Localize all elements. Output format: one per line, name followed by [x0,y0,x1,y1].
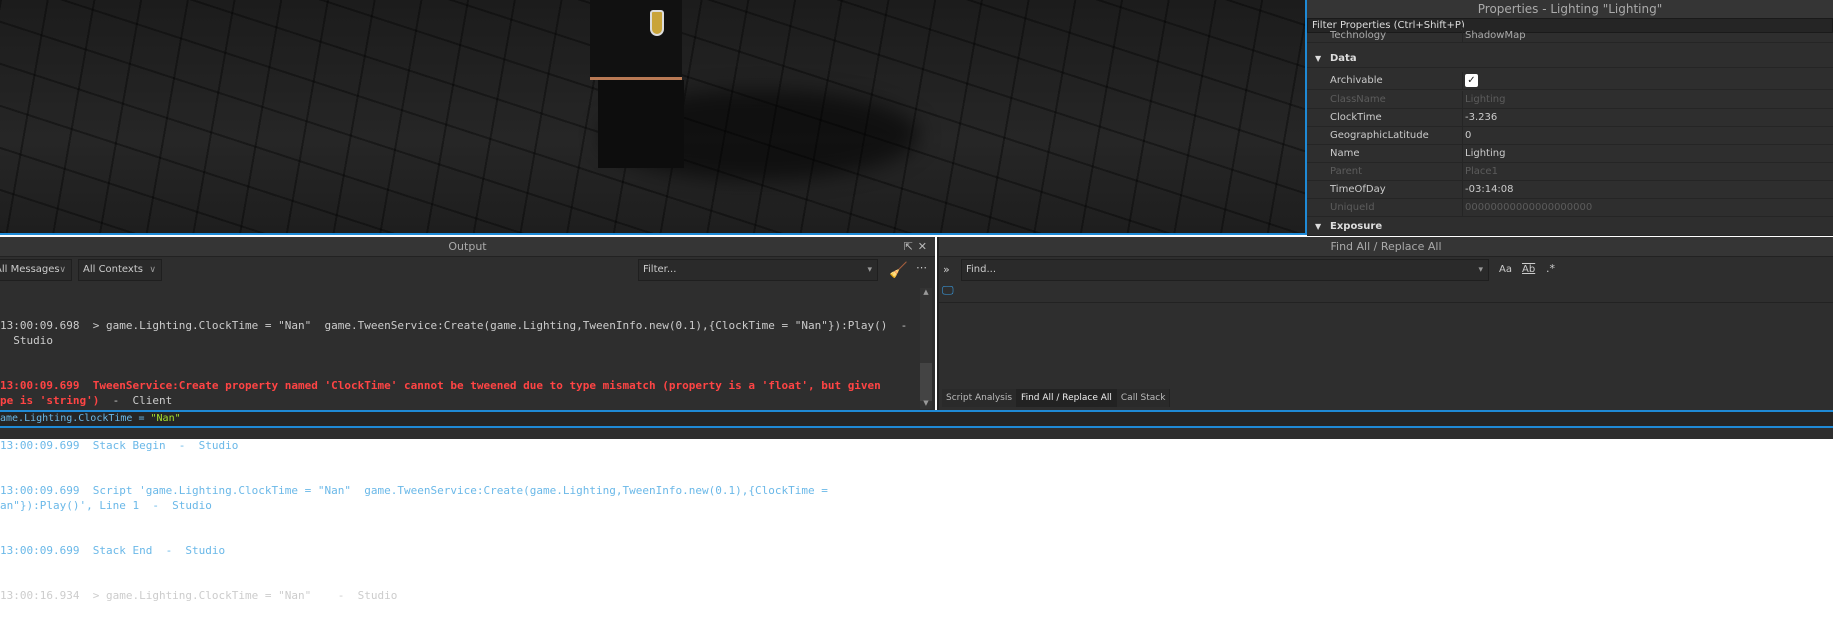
dropdown-arrow-icon: ▾ [867,265,872,275]
properties-panel: Properties - Lighting "Lighting" Filter … [1307,0,1833,236]
output-scrollbar[interactable]: ▲ ▼ [920,288,932,409]
more-options-icon[interactable]: ⋯ [916,261,927,274]
category-label: Data [1330,53,1357,64]
chevron-down-icon: ∨ [59,265,66,275]
character-legs [598,80,684,168]
category-exposure[interactable]: ▼ Exposure [1307,218,1833,236]
find-replace-panel: Find All / Replace All » Find... ▾ Aa Ab … [937,237,1833,410]
contexts-filter-dropdown[interactable]: All Contexts ∨ [78,259,162,281]
command-bar[interactable]: ame.Lighting.ClockTime = "Nan" [0,410,1833,428]
property-value: Place1 [1462,163,1833,181]
scroll-down-icon[interactable]: ▼ [920,399,932,409]
log-line: 13:00:09.699 Stack Begin - Studio [0,439,239,452]
chevron-down-icon: ∨ [149,265,156,275]
property-name: UniqueId [1330,202,1375,213]
divider [939,302,1833,303]
output-log: 13:00:09.698 > game.Lighting.ClockTime =… [0,288,918,633]
tab-find-all[interactable]: Find All / Replace All [1017,389,1117,407]
property-value: Lighting [1462,91,1833,109]
property-name: Technology [1330,30,1387,41]
monitor-icon[interactable]: 🖵 [942,283,954,298]
property-row-archivable[interactable]: Archivable ✓ [1307,72,1833,90]
property-row-timeofday[interactable]: TimeOfDay -03:14:08 [1307,181,1833,199]
property-value[interactable]: 0 [1462,127,1833,145]
find-placeholder: Find... [966,264,997,275]
property-name: ClassName [1330,94,1386,105]
archivable-checkbox[interactable]: ✓ [1465,73,1478,87]
status-strip [0,428,1833,439]
command-text: ame.Lighting.ClockTime = [0,413,151,424]
match-case-button[interactable]: Aa [1499,264,1512,275]
log-line: 13:00:09.699 Script 'game.Lighting.Clock… [0,484,828,512]
bottom-tabs: Script Analysis Find All / Replace All C… [942,389,1171,407]
properties-title: Properties - Lighting "Lighting" [1307,0,1833,18]
property-value[interactable]: -03:14:08 [1462,181,1833,199]
property-name: Name [1330,148,1360,159]
expand-replace-icon[interactable]: » [943,263,950,276]
character-torso [590,0,682,80]
property-name: Archivable [1330,75,1383,86]
property-row-classname[interactable]: ClassName Lighting [1307,91,1833,109]
category-label: Exposure [1330,221,1383,232]
dropdown-value: All Contexts [83,264,143,275]
property-value[interactable]: -3.236 [1462,109,1833,127]
property-value: ShadowMap [1462,27,1833,42]
property-value[interactable]: Lighting [1462,145,1833,163]
close-icon[interactable]: ✕ [918,237,927,257]
log-line: 13:00:09.699 Stack End - Studio [0,544,226,557]
log-line-error: 13:00:09.699 TweenService:Create propert… [0,378,918,408]
property-row-parent[interactable]: Parent Place1 [1307,163,1833,181]
collapse-triangle-icon: ▼ [1315,54,1322,63]
tab-script-analysis[interactable]: Script Analysis [942,389,1018,407]
filter-placeholder: Filter... [643,264,677,275]
collapse-triangle-icon: ▼ [1315,222,1322,231]
property-name: ClockTime [1330,112,1382,123]
output-title: Output [448,240,487,253]
property-row-name[interactable]: Name Lighting [1307,145,1833,163]
property-row-uniqueid[interactable]: UniqueId 00000000000000000000 [1307,199,1833,217]
undock-icon[interactable]: ⇱ [904,237,913,257]
scrollbar-thumb[interactable] [920,363,932,401]
property-row-geographiclatitude[interactable]: GeographicLatitude 0 [1307,127,1833,145]
property-name: GeographicLatitude [1330,130,1429,141]
error-source: - Client [99,394,173,407]
output-filter-input[interactable]: Filter... ▾ [638,259,878,281]
find-title: Find All / Replace All [1330,240,1442,253]
property-name: TimeOfDay [1330,184,1386,195]
category-data[interactable]: ▼ Data [1307,50,1833,68]
clear-output-broom-icon[interactable]: 🧹 [889,261,908,279]
scroll-up-icon[interactable]: ▲ [920,288,932,298]
output-panel: Output ⇱ ✕ All Messages ∨ All Contexts ∨ F… [0,237,935,602]
medal-icon [650,10,664,36]
property-value: ✓ [1462,72,1833,90]
log-line: 13:00:09.698 > game.Lighting.ClockTime =… [0,319,908,347]
property-row-technology[interactable]: Technology ShadowMap [1307,27,1833,43]
regex-button[interactable]: .* [1546,262,1555,275]
log-line: 13:00:16.934 > game.Lighting.ClockTime =… [0,589,398,602]
3d-viewport[interactable] [0,0,1307,235]
dropdown-value: All Messages [0,264,60,275]
command-string: "Nan" [150,413,181,424]
messages-filter-dropdown[interactable]: All Messages ∨ [0,259,72,281]
dropdown-arrow-icon: ▾ [1478,265,1483,275]
find-input[interactable]: Find... ▾ [961,259,1489,281]
property-value: 00000000000000000000 [1462,199,1833,217]
property-name: Parent [1330,166,1363,177]
tab-call-stack[interactable]: Call Stack [1116,389,1171,407]
whole-word-button[interactable]: Ab [1522,264,1535,275]
property-row-clocktime[interactable]: ClockTime -3.236 [1307,109,1833,127]
